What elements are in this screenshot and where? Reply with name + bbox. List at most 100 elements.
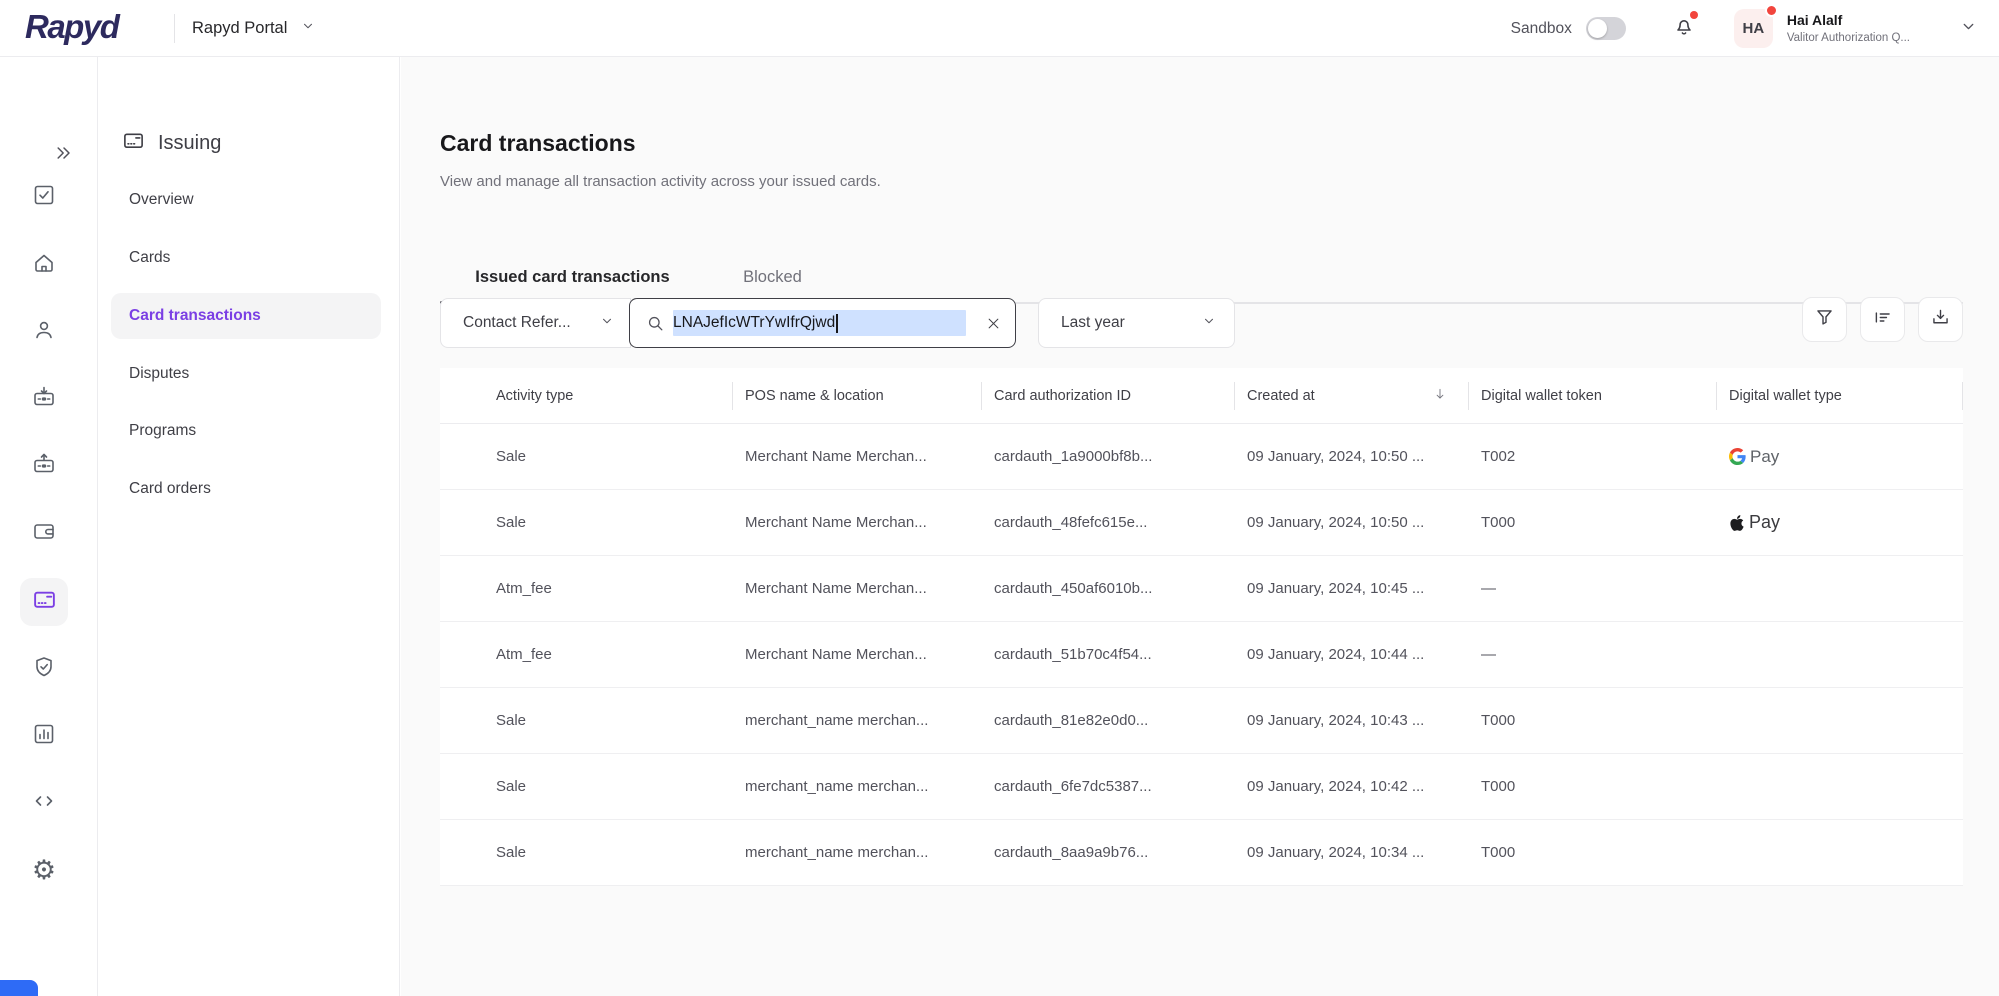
subnav-item-cards[interactable]: Cards [111,235,381,281]
portal-switcher-label: Rapyd Portal [192,19,287,38]
subnav-item-overview[interactable]: Overview [111,177,381,223]
rail-item-developers[interactable] [20,779,68,827]
cell-digital-wallet-token: — [1469,556,1717,621]
search-field-selector[interactable]: Contact Refer... [440,298,631,348]
table-row[interactable]: Sale Merchant Name Merchan... cardauth_1… [440,424,1963,490]
chevron-down-icon [1202,314,1216,333]
subnav-item-disputes[interactable]: Disputes [111,351,381,397]
date-range-selector[interactable]: Last year [1038,298,1235,348]
date-range-value: Last year [1061,314,1202,332]
subnav-header: Issuing [122,129,221,157]
google-g-icon [1729,448,1746,465]
subnav-item-programs[interactable]: Programs [111,408,381,454]
table-row[interactable]: Atm_fee Merchant Name Merchan... cardaut… [440,622,1963,688]
sandbox-toggle[interactable] [1586,17,1626,40]
cell-card-authorization-id: cardauth_48fefc615e... [982,490,1235,555]
notifications-button[interactable] [1672,14,1696,43]
column-header-activity-type[interactable]: Activity type [440,368,733,423]
column-header-created-at[interactable]: Created at [1235,368,1469,423]
cell-digital-wallet-type: Pay Pay [1717,688,1963,753]
close-icon [986,316,1001,331]
subnav-item-card-transactions[interactable]: Card transactions [111,293,381,339]
google-pay-logo: Pay [1729,447,1779,467]
rail-item-reports[interactable] [20,712,68,760]
table-row[interactable]: Sale merchant_name merchan... cardauth_8… [440,820,1963,886]
cell-digital-wallet-type: Pay Pay [1717,424,1963,489]
user-org: Valitor Authorization Q... [1787,31,1910,45]
avatar-initials: HA [1743,20,1765,37]
cell-digital-wallet-token: T000 [1469,754,1717,819]
column-header-card-authorization-id[interactable]: Card authorization ID [982,368,1235,423]
portal-switcher[interactable]: Rapyd Portal [192,0,315,57]
issuing-subnav: Issuing Overview Cards Card transactions… [99,57,400,996]
page-title: Card transactions [440,130,636,157]
chevron-down-icon [600,314,614,333]
filter-button[interactable] [1802,297,1847,342]
expand-sidebar-button[interactable] [50,143,78,167]
cell-created-at: 09 January, 2024, 10:34 ... [1235,820,1469,885]
cell-digital-wallet-token: T002 [1469,424,1717,489]
rail-item-settings[interactable]: ⚙ [20,846,68,894]
column-header-pos-name[interactable]: POS name & location [733,368,982,423]
search-value: LNAJefIcWTrYwIfrQjwd [673,314,835,332]
person-icon [32,318,56,347]
cell-pos-name: Merchant Name Merchan... [733,490,982,555]
avatar[interactable]: HA [1734,9,1773,48]
home-icon [32,251,56,280]
column-header-digital-wallet-token[interactable]: Digital wallet token [1469,368,1717,423]
cell-digital-wallet-type: Pay Pay [1717,754,1963,819]
download-button[interactable] [1918,297,1963,342]
gear-icon: ⚙ [32,857,56,884]
rapyd-logo: Rapyd [25,8,118,46]
chevron-down-icon [301,19,315,38]
cell-activity-type: Sale [440,754,733,819]
table-row[interactable]: Sale merchant_name merchan... cardauth_6… [440,754,1963,820]
icon-rail: ⚙ [0,57,98,996]
apple-pay-logo: Pay [1729,512,1780,533]
table-row[interactable]: Sale Merchant Name Merchan... cardauth_4… [440,490,1963,556]
transactions-table: Activity type POS name & location Card a… [440,368,1963,886]
sort-button[interactable] [1860,297,1905,342]
sort-descending-icon[interactable] [1433,387,1447,405]
divider [174,14,175,43]
cell-digital-wallet-token: T000 [1469,820,1717,885]
rail-item-tasks[interactable] [20,173,68,221]
card-arrow-down-icon [32,385,56,414]
search-text: LNAJefIcWTrYwIfrQjwd [673,310,986,336]
rail-item-wallet[interactable] [20,509,68,557]
page-subtitle: View and manage all transaction activity… [440,173,881,190]
bar-chart-icon [32,722,56,751]
user-menu-chevron-icon[interactable] [1960,18,1977,40]
cell-card-authorization-id: cardauth_6fe7dc5387... [982,754,1235,819]
cell-digital-wallet-type: Pay Pay [1717,622,1963,687]
tab-blocked[interactable]: Blocked [725,252,820,302]
subnav-item-card-orders[interactable]: Card orders [111,466,381,512]
user-meta: Hai Alalf Valitor Authorization Q... [1787,12,1910,46]
rail-item-clients[interactable] [20,308,68,356]
column-header-created-at-label: Created at [1247,388,1315,404]
cell-pos-name: merchant_name merchan... [733,688,982,753]
cell-activity-type: Sale [440,424,733,489]
table-row[interactable]: Atm_fee Merchant Name Merchan... cardaut… [440,556,1963,622]
cell-created-at: 09 January, 2024, 10:42 ... [1235,754,1469,819]
table-row[interactable]: Sale merchant_name merchan... cardauth_8… [440,688,1963,754]
rail-item-home[interactable] [20,241,68,289]
cell-digital-wallet-type: Pay Pay [1717,556,1963,621]
rail-item-risk[interactable] [20,645,68,693]
tab-issued-card-transactions[interactable]: Issued card transactions [440,252,705,302]
search-field-selector-value: Contact Refer... [463,314,600,332]
cell-digital-wallet-token: T000 [1469,688,1717,753]
cell-card-authorization-id: cardauth_450af6010b... [982,556,1235,621]
search-input[interactable]: LNAJefIcWTrYwIfrQjwd [629,298,1016,348]
cell-card-authorization-id: cardauth_81e82e0d0... [982,688,1235,753]
checkbox-icon [32,183,56,212]
rail-item-disburse[interactable] [20,442,68,490]
column-header-digital-wallet-type[interactable]: Digital wallet type [1717,368,1963,423]
notification-badge [1690,11,1698,19]
chat-launcher[interactable] [0,980,38,996]
cell-created-at: 09 January, 2024, 10:43 ... [1235,688,1469,753]
cell-created-at: 09 January, 2024, 10:50 ... [1235,490,1469,555]
rail-item-collect[interactable] [20,375,68,423]
clear-search-button[interactable] [986,316,1001,331]
rail-item-issuing[interactable] [20,578,68,626]
